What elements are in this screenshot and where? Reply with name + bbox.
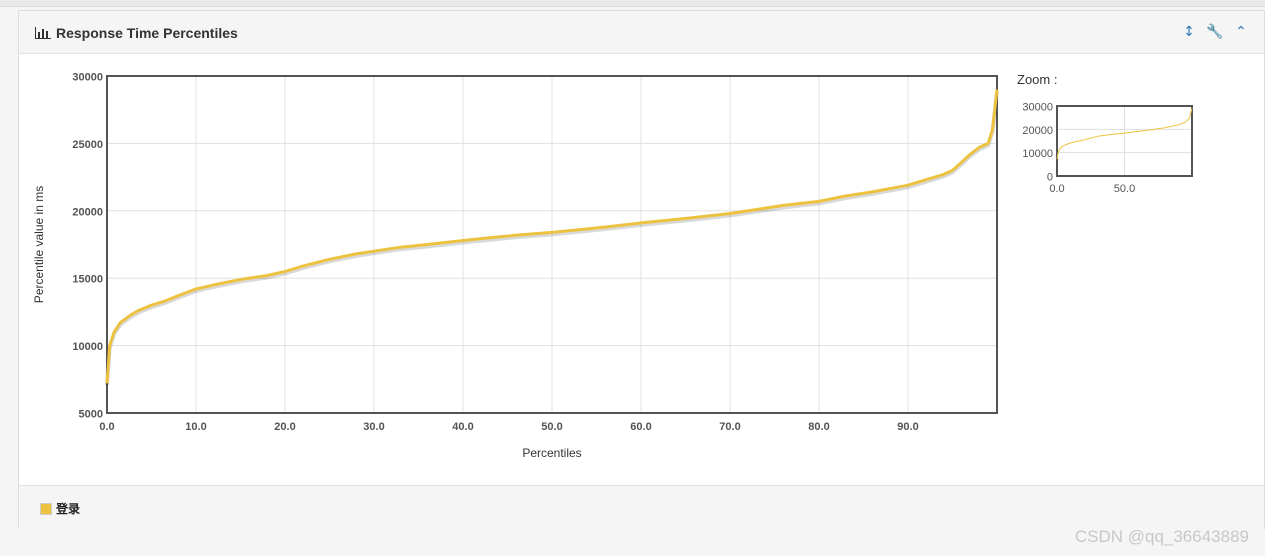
y-tick-label: 10000 (1022, 148, 1053, 160)
y-tick-label: 30000 (1022, 102, 1053, 114)
y-tick-label: 0 (1047, 172, 1053, 184)
y-tick-label: 20000 (1022, 125, 1053, 137)
watermark: CSDN @qq_36643889 (1074, 527, 1249, 546)
zoom-label: Zoom : (1017, 72, 1058, 87)
zoom-chart[interactable]: 0.0 50.0 0 10000 20000 30000 (0, 0, 1265, 556)
x-tick-label: 50.0 (1114, 183, 1135, 195)
x-tick-label: 0.0 (1049, 183, 1064, 195)
